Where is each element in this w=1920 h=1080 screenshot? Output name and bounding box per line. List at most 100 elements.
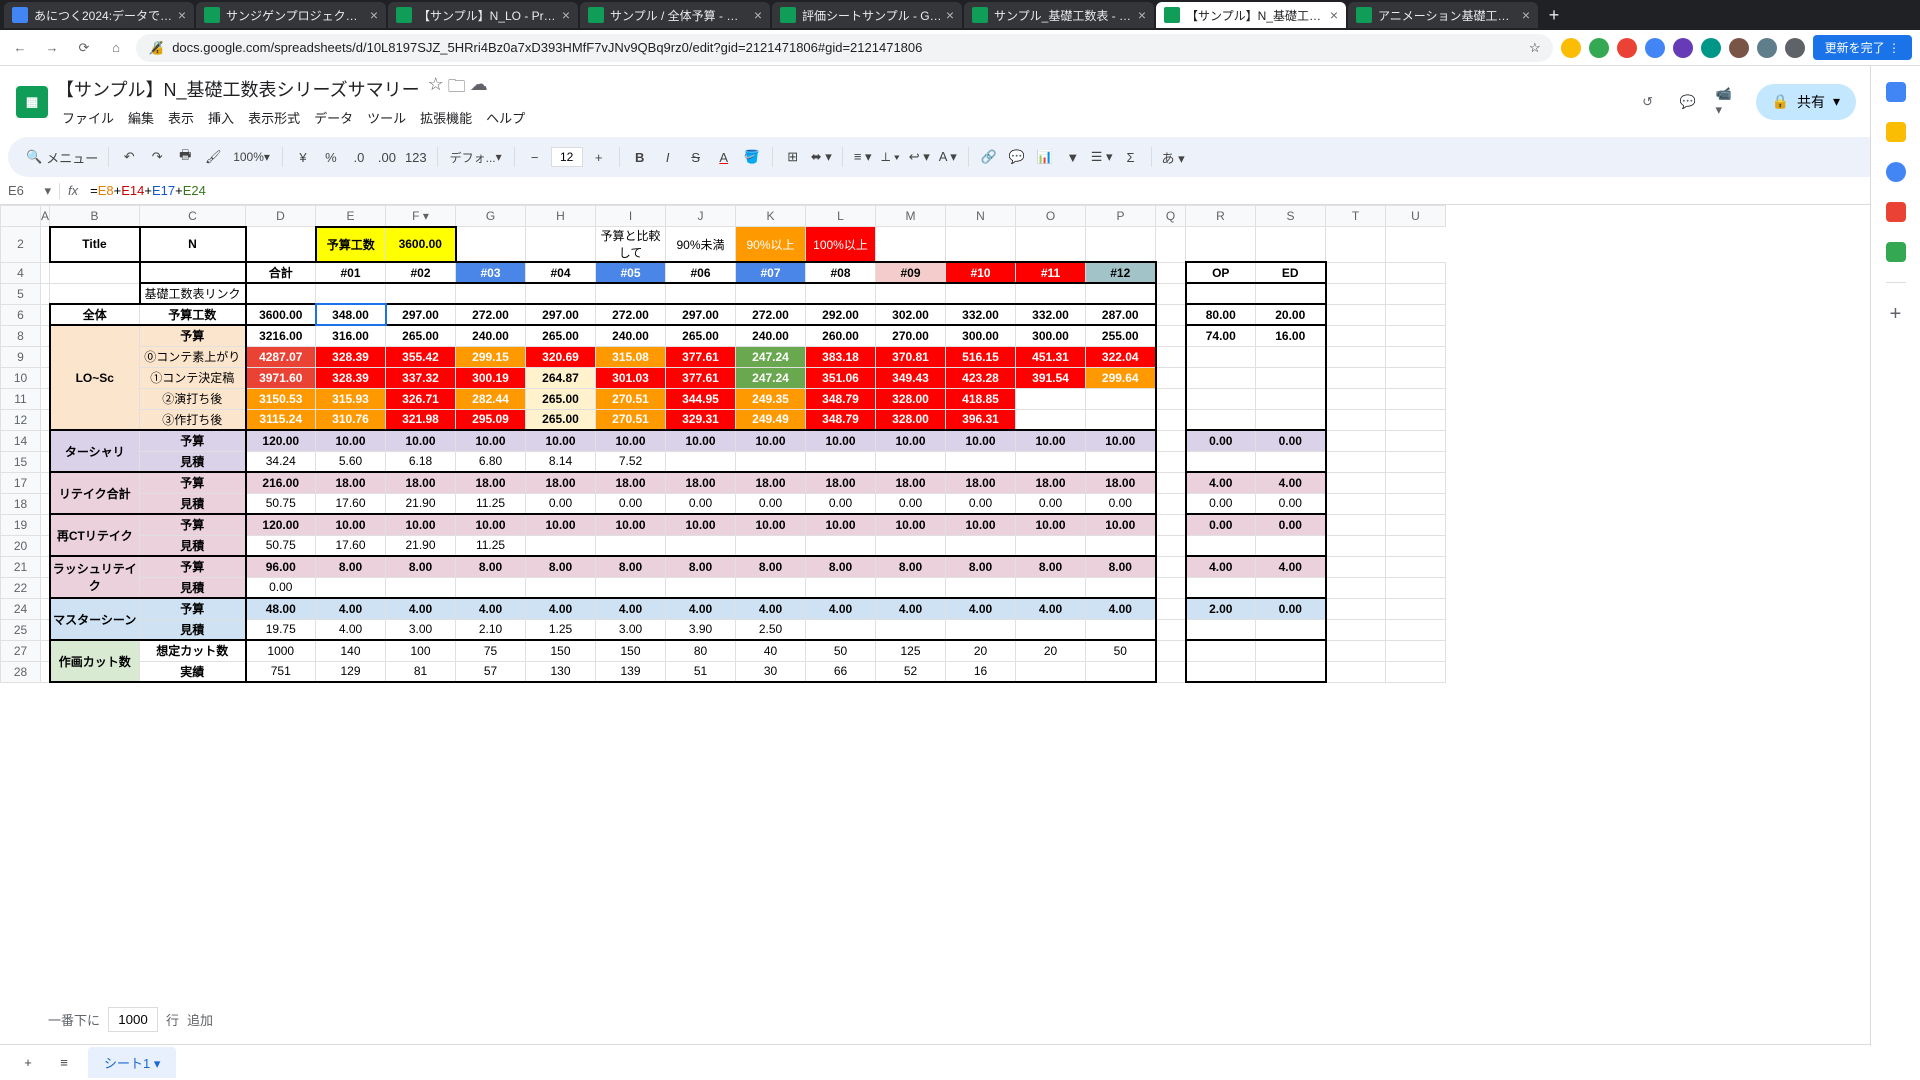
cell[interactable]: #07 — [736, 262, 806, 283]
halign-button[interactable]: ≡ ▾ — [851, 145, 875, 169]
cell[interactable]: #05 — [596, 262, 666, 283]
cell[interactable] — [1256, 535, 1326, 556]
cell[interactable]: 8.00 — [806, 556, 876, 577]
cell[interactable]: 247.24 — [736, 346, 806, 367]
cell[interactable]: 6.18 — [386, 451, 456, 472]
cell[interactable]: 300.19 — [456, 367, 526, 388]
cell[interactable]: Title — [50, 227, 140, 263]
column-header[interactable]: B — [50, 206, 140, 227]
cell[interactable]: 265.00 — [526, 325, 596, 346]
cell[interactable] — [1156, 661, 1186, 682]
cell[interactable] — [1016, 661, 1086, 682]
cell[interactable]: 355.42 — [386, 346, 456, 367]
cell[interactable] — [1326, 535, 1386, 556]
strikethrough-button[interactable]: S — [684, 145, 708, 169]
link-button[interactable]: 🔗 — [977, 145, 1001, 169]
cell[interactable] — [666, 451, 736, 472]
cell[interactable]: 4.00 — [1016, 598, 1086, 619]
cell[interactable]: 3.90 — [666, 619, 736, 640]
cell[interactable] — [316, 577, 386, 598]
cell[interactable]: 328.39 — [316, 367, 386, 388]
column-header[interactable]: L — [806, 206, 876, 227]
document-title[interactable]: 【サンプル】N_基礎工数表シリーズサマリー — [56, 76, 420, 102]
cell[interactable]: 8.00 — [526, 556, 596, 577]
cell[interactable]: 270.00 — [876, 325, 946, 346]
cell[interactable]: 2.10 — [456, 619, 526, 640]
cell[interactable]: 4287.07 — [246, 346, 316, 367]
cell[interactable]: 1000 — [246, 640, 316, 661]
close-icon[interactable]: × — [1138, 7, 1146, 23]
cell[interactable]: OP — [1186, 262, 1256, 283]
cell[interactable]: 265.00 — [386, 325, 456, 346]
cell[interactable]: 5.60 — [316, 451, 386, 472]
cell[interactable] — [876, 619, 946, 640]
close-icon[interactable]: × — [1330, 7, 1338, 23]
cell[interactable]: 0.00 — [246, 577, 316, 598]
cell[interactable] — [1156, 619, 1186, 640]
cell[interactable]: 予算 — [140, 325, 246, 346]
all-sheets-button[interactable]: ≡ — [52, 1051, 76, 1075]
cell[interactable] — [1016, 535, 1086, 556]
cell[interactable] — [41, 283, 50, 304]
column-header[interactable]: M — [876, 206, 946, 227]
cell[interactable]: 348.00 — [316, 304, 386, 325]
comment-button[interactable]: 💬 — [1005, 145, 1029, 169]
cell[interactable]: 18.00 — [456, 472, 526, 493]
cell[interactable] — [1156, 325, 1186, 346]
cell[interactable] — [1386, 430, 1446, 451]
cell[interactable]: 4.00 — [1186, 472, 1256, 493]
row-header[interactable]: 19 — [1, 514, 41, 535]
cell[interactable]: 80.00 — [1186, 304, 1256, 325]
cell[interactable]: 11.25 — [456, 493, 526, 514]
cell[interactable] — [1186, 640, 1256, 661]
cell[interactable]: #06 — [666, 262, 736, 283]
home-button[interactable]: ⌂ — [104, 36, 128, 60]
cell[interactable]: 4.00 — [666, 598, 736, 619]
cell[interactable]: 3.00 — [386, 619, 456, 640]
browser-tab[interactable]: 評価シートサンプル - Goog…× — [772, 2, 962, 28]
cell[interactable]: 120.00 — [246, 514, 316, 535]
cell[interactable] — [1326, 388, 1386, 409]
cell[interactable]: 21.90 — [386, 535, 456, 556]
cell[interactable]: 80 — [666, 640, 736, 661]
cell[interactable]: 3216.00 — [246, 325, 316, 346]
star-icon[interactable]: ☆ — [428, 74, 444, 104]
cell[interactable] — [526, 577, 596, 598]
cell[interactable]: 0.00 — [1086, 493, 1156, 514]
spreadsheet-grid[interactable]: ABCDEF ▾GHIJKLMNOPQRSTU2TitleN予算工数3600.0… — [0, 205, 1920, 1075]
cell[interactable]: 0.00 — [1186, 514, 1256, 535]
cell[interactable]: 17.60 — [316, 535, 386, 556]
cell[interactable] — [41, 346, 50, 367]
cell[interactable]: 3115.24 — [246, 409, 316, 430]
cell[interactable] — [1256, 640, 1326, 661]
cell[interactable]: 270.51 — [596, 388, 666, 409]
cell[interactable] — [1186, 388, 1256, 409]
cell[interactable]: 8.00 — [666, 556, 736, 577]
cell[interactable]: 81 — [386, 661, 456, 682]
cell[interactable]: 150 — [596, 640, 666, 661]
cell[interactable]: 4.00 — [386, 598, 456, 619]
cell[interactable]: 10.00 — [316, 430, 386, 451]
cell[interactable] — [316, 283, 386, 304]
cell[interactable]: 337.32 — [386, 367, 456, 388]
cell[interactable]: 10.00 — [946, 430, 1016, 451]
browser-tab[interactable]: サンプル / 全体予算 - 進捗 - …× — [580, 2, 770, 28]
cell[interactable]: 0.00 — [1186, 493, 1256, 514]
undo-button[interactable]: ↶ — [117, 145, 141, 169]
cell[interactable]: 50.75 — [246, 535, 316, 556]
input-tools-button[interactable]: あ ▾ — [1160, 145, 1187, 169]
browser-tab-active[interactable]: 【サンプル】N_基礎工数表シ…× — [1156, 2, 1346, 28]
cell[interactable] — [1186, 661, 1256, 682]
browser-tab[interactable]: サンプル_基礎工数表 - Goog…× — [964, 2, 1154, 28]
cell[interactable]: 0.00 — [736, 493, 806, 514]
cell[interactable]: 423.28 — [946, 367, 1016, 388]
browser-tab[interactable]: あにつく2024:データで創る…× — [4, 2, 194, 28]
cell[interactable] — [1086, 661, 1156, 682]
cell[interactable]: ③作打ち後 — [140, 409, 246, 430]
row-header[interactable]: 11 — [1, 388, 41, 409]
cell[interactable] — [1326, 514, 1386, 535]
row-header[interactable]: 24 — [1, 598, 41, 619]
cell[interactable] — [946, 577, 1016, 598]
cell[interactable] — [1326, 409, 1386, 430]
row-header[interactable]: 25 — [1, 619, 41, 640]
